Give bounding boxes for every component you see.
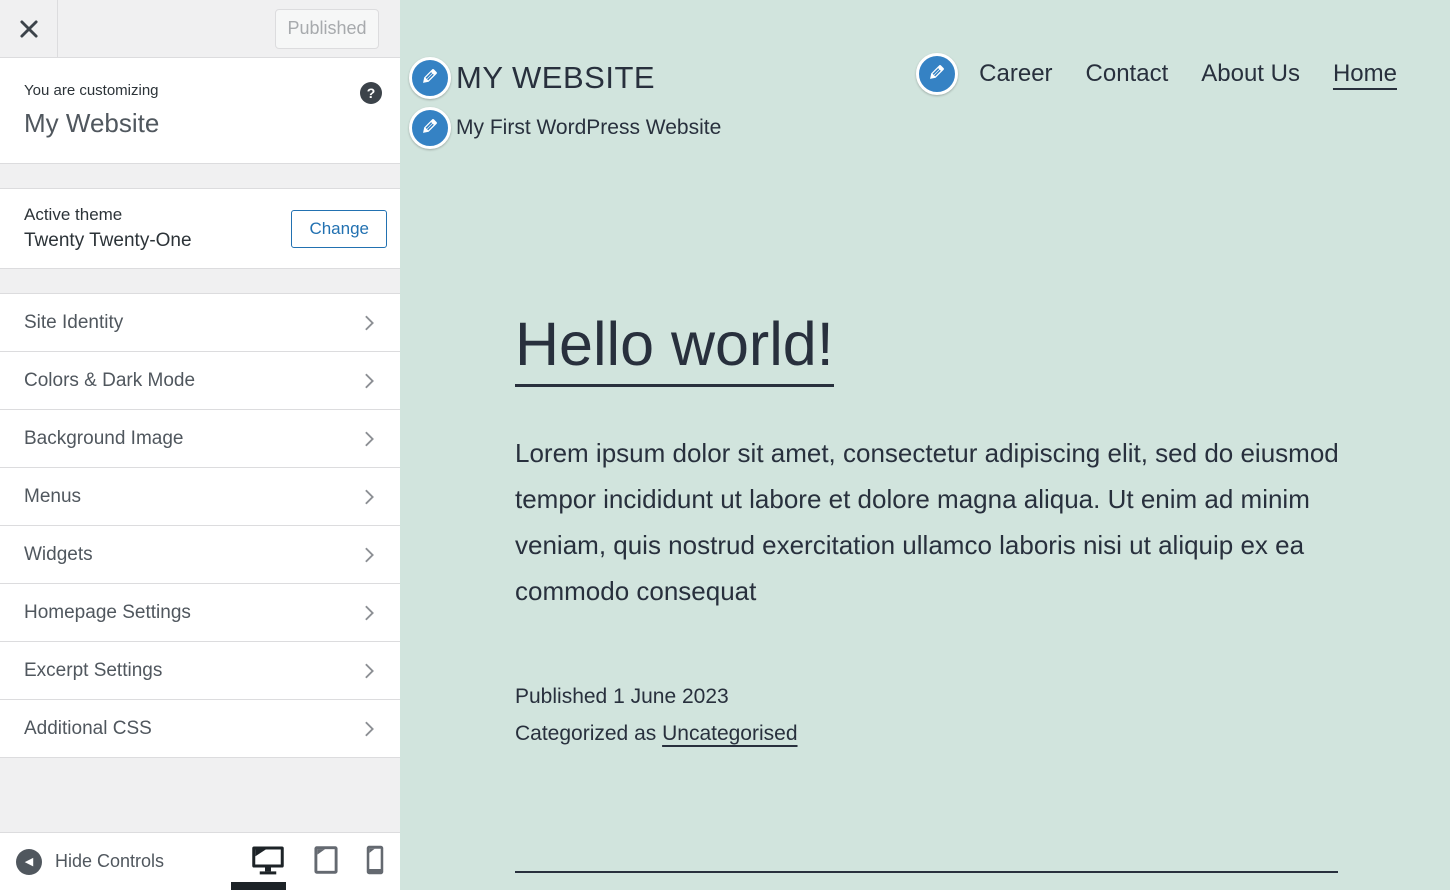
desktop-preview-button[interactable] — [250, 845, 286, 878]
chevron-right-icon — [360, 488, 378, 506]
active-device-indicator — [231, 882, 286, 890]
section-divider — [0, 164, 400, 188]
edit-site-title-button[interactable] — [409, 57, 451, 99]
hide-controls-label[interactable]: Hide Controls — [55, 851, 164, 872]
mobile-icon — [366, 845, 384, 878]
sidebar-item-background-image[interactable]: Background Image — [0, 410, 400, 468]
customizer-topbar: Published — [0, 0, 400, 58]
menu-item-label: Widgets — [24, 544, 93, 566]
categorized-as-label: Categorized as — [515, 722, 662, 745]
chevron-right-icon — [360, 314, 378, 332]
nav-item-about-us[interactable]: About Us — [1201, 60, 1300, 88]
post-published-date: Published 1 June 2023 — [515, 685, 729, 709]
chevron-right-icon — [360, 662, 378, 680]
close-icon — [18, 18, 40, 40]
menu-item-label: Excerpt Settings — [24, 660, 162, 682]
post-title-link[interactable]: Hello world! — [515, 314, 834, 387]
pencil-icon — [420, 116, 440, 141]
sidebar-item-homepage-settings[interactable]: Homepage Settings — [0, 584, 400, 642]
post-body-text: Lorem ipsum dolor sit amet, consectetur … — [515, 430, 1340, 614]
customizer-sidebar: Published You are customizing My Website… — [0, 0, 400, 890]
preview-tagline[interactable]: My First WordPress Website — [456, 116, 721, 140]
site-branding-title-row: MY WEBSITE — [409, 57, 655, 99]
section-divider — [0, 269, 400, 293]
preview-site-title[interactable]: MY WEBSITE — [456, 60, 655, 96]
post-category-line: Categorized as Uncategorised — [515, 722, 798, 746]
edit-tagline-button[interactable] — [409, 107, 451, 149]
mobile-preview-button[interactable] — [366, 845, 384, 878]
sidebar-item-excerpt-settings[interactable]: Excerpt Settings — [0, 642, 400, 700]
device-preview-switcher — [250, 845, 384, 878]
pencil-icon — [927, 62, 947, 87]
menu-item-label: Site Identity — [24, 312, 123, 334]
menu-item-label: Homepage Settings — [24, 602, 191, 624]
menu-item-label: Menus — [24, 486, 81, 508]
site-preview: MY WEBSITE My First WordPress Website Ca… — [400, 0, 1450, 890]
collapse-sidebar-button[interactable]: ◀ — [16, 849, 42, 875]
customizing-preamble: You are customizing — [24, 82, 376, 99]
help-icon[interactable]: ? — [360, 82, 382, 104]
nav-item-career[interactable]: Career — [979, 60, 1052, 88]
category-link-uncategorised[interactable]: Uncategorised — [662, 722, 797, 745]
close-customizer-button[interactable] — [0, 0, 58, 57]
customizer-footer: ◀ Hide Controls — [0, 832, 400, 890]
change-theme-button[interactable]: Change — [291, 210, 387, 248]
customized-site-name: My Website — [24, 108, 376, 139]
arrow-left-icon: ◀ — [25, 855, 33, 868]
desktop-icon — [250, 845, 286, 878]
active-theme-label: Active theme — [24, 205, 280, 225]
pencil-icon — [420, 66, 440, 91]
chevron-right-icon — [360, 546, 378, 564]
nav-item-contact[interactable]: Contact — [1086, 60, 1169, 88]
chevron-right-icon — [360, 720, 378, 738]
chevron-right-icon — [360, 604, 378, 622]
primary-navigation: Career Contact About Us Home — [916, 53, 1397, 95]
tablet-preview-button[interactable] — [313, 845, 339, 878]
site-branding-tagline-row: My First WordPress Website — [409, 107, 721, 149]
menu-item-label: Additional CSS — [24, 718, 152, 740]
menu-item-label: Background Image — [24, 428, 184, 450]
sidebar-item-menus[interactable]: Menus — [0, 468, 400, 526]
edit-menu-button[interactable] — [916, 53, 958, 95]
sidebar-item-additional-css[interactable]: Additional CSS — [0, 700, 400, 758]
chevron-right-icon — [360, 430, 378, 448]
nav-item-home[interactable]: Home — [1333, 60, 1397, 88]
customize-info-panel: You are customizing My Website ? — [0, 58, 400, 164]
active-theme-panel: Active theme Twenty Twenty-One Change — [0, 188, 400, 269]
sidebar-item-colors-dark-mode[interactable]: Colors & Dark Mode — [0, 352, 400, 410]
chevron-right-icon — [360, 372, 378, 390]
sidebar-item-site-identity[interactable]: Site Identity — [0, 294, 400, 352]
sidebar-item-widgets[interactable]: Widgets — [0, 526, 400, 584]
published-button[interactable]: Published — [275, 9, 379, 49]
tablet-icon — [313, 845, 339, 878]
active-theme-name: Twenty Twenty-One — [24, 230, 280, 252]
wordpress-customizer: Published You are customizing My Website… — [0, 0, 1450, 890]
post-separator-line — [515, 871, 1338, 873]
menu-item-label: Colors & Dark Mode — [24, 370, 195, 392]
customizer-menu: Site Identity Colors & Dark Mode Backgro… — [0, 293, 400, 758]
